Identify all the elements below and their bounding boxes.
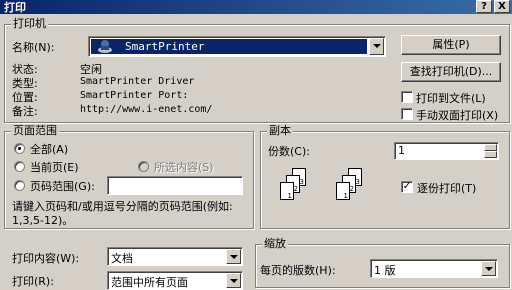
copies-count-value: 1 — [398, 144, 405, 157]
comment-value: http://www.i-enet.com/ — [80, 104, 213, 115]
all-pages-label: 全部(A) — [30, 143, 69, 156]
current-page-radio[interactable] — [14, 161, 25, 172]
print-select[interactable]: 范围中所有页面 — [107, 271, 243, 290]
copies-spinner[interactable] — [484, 144, 497, 158]
window-title: 打印 — [4, 1, 26, 14]
page-1-icon: 1 — [280, 182, 294, 200]
page-1-icon: 1 — [336, 182, 350, 200]
copies-count-input[interactable]: 1 — [394, 142, 499, 160]
printer-name-label: 名称(N): — [12, 41, 55, 54]
manual-duplex-checkbox[interactable] — [401, 108, 413, 120]
where-value: SmartPrinter Port: — [80, 90, 189, 101]
print-label: 打印(R): — [12, 275, 54, 288]
help-button[interactable]: ? — [476, 0, 492, 13]
print-to-file-label: 打印到文件(L) — [416, 92, 486, 105]
copies-group-label: 副本 — [267, 124, 293, 138]
properties-button[interactable]: 属性(P) — [401, 35, 501, 55]
type-value: SmartPrinter Driver — [80, 76, 195, 87]
pages-per-sheet-select[interactable]: 1 版 — [370, 259, 498, 278]
chevron-down-icon[interactable] — [226, 249, 241, 264]
chevron-down-icon[interactable] — [369, 38, 384, 55]
printer-select[interactable]: SmartPrinter — [88, 36, 386, 57]
page-range-group-label: 页面范围 — [11, 124, 59, 138]
print-what-select[interactable]: 文档 — [107, 247, 243, 266]
print-value: 范围中所有页面 — [111, 276, 188, 289]
selection-radio — [138, 161, 149, 172]
find-printer-button[interactable]: 查找打印机(D)... — [401, 62, 501, 82]
collate-label: 逐份打印(T) — [417, 182, 477, 195]
printer-icon — [97, 39, 113, 56]
print-what-value: 文档 — [111, 252, 133, 265]
collate-checkbox[interactable]: ✓ — [401, 181, 413, 193]
collate-illustration-b: 3 2 1 — [328, 168, 378, 216]
page-range-hint: 请键入页码和/或用逗号分隔的页码范围(例如: 1,3,5-12)。 — [12, 200, 233, 227]
zoom-group-label: 缩放 — [262, 237, 288, 251]
pages-label: 页码范围(G): — [30, 180, 95, 193]
pages-per-sheet-value: 1 版 — [374, 264, 396, 277]
title-bar: 打印 ? X — [0, 0, 512, 14]
chevron-down-icon[interactable] — [481, 261, 496, 276]
collate-illustration-a: 3 2 1 — [272, 168, 322, 216]
copies-count-label: 份数(C): — [268, 145, 310, 158]
pages-input[interactable] — [107, 176, 243, 195]
print-what-label: 打印内容(W): — [12, 252, 80, 265]
close-button[interactable]: X — [494, 0, 510, 13]
all-pages-radio[interactable] — [14, 143, 25, 154]
print-to-file-checkbox[interactable] — [401, 91, 413, 103]
status-value: 空闲 — [80, 63, 102, 76]
pages-per-sheet-label: 每页的版数(H): — [260, 264, 336, 277]
comment-label: 备注: — [12, 105, 38, 118]
selection-label: 所选内容(S) — [154, 161, 214, 174]
manual-duplex-label: 手动双面打印(X) — [416, 109, 499, 122]
chevron-down-icon[interactable] — [226, 273, 241, 288]
pages-radio[interactable] — [14, 180, 25, 191]
printer-select-value: SmartPrinter — [125, 40, 205, 53]
printer-group-label: 打印机 — [11, 17, 48, 31]
current-page-label: 当前页(E) — [30, 161, 79, 174]
